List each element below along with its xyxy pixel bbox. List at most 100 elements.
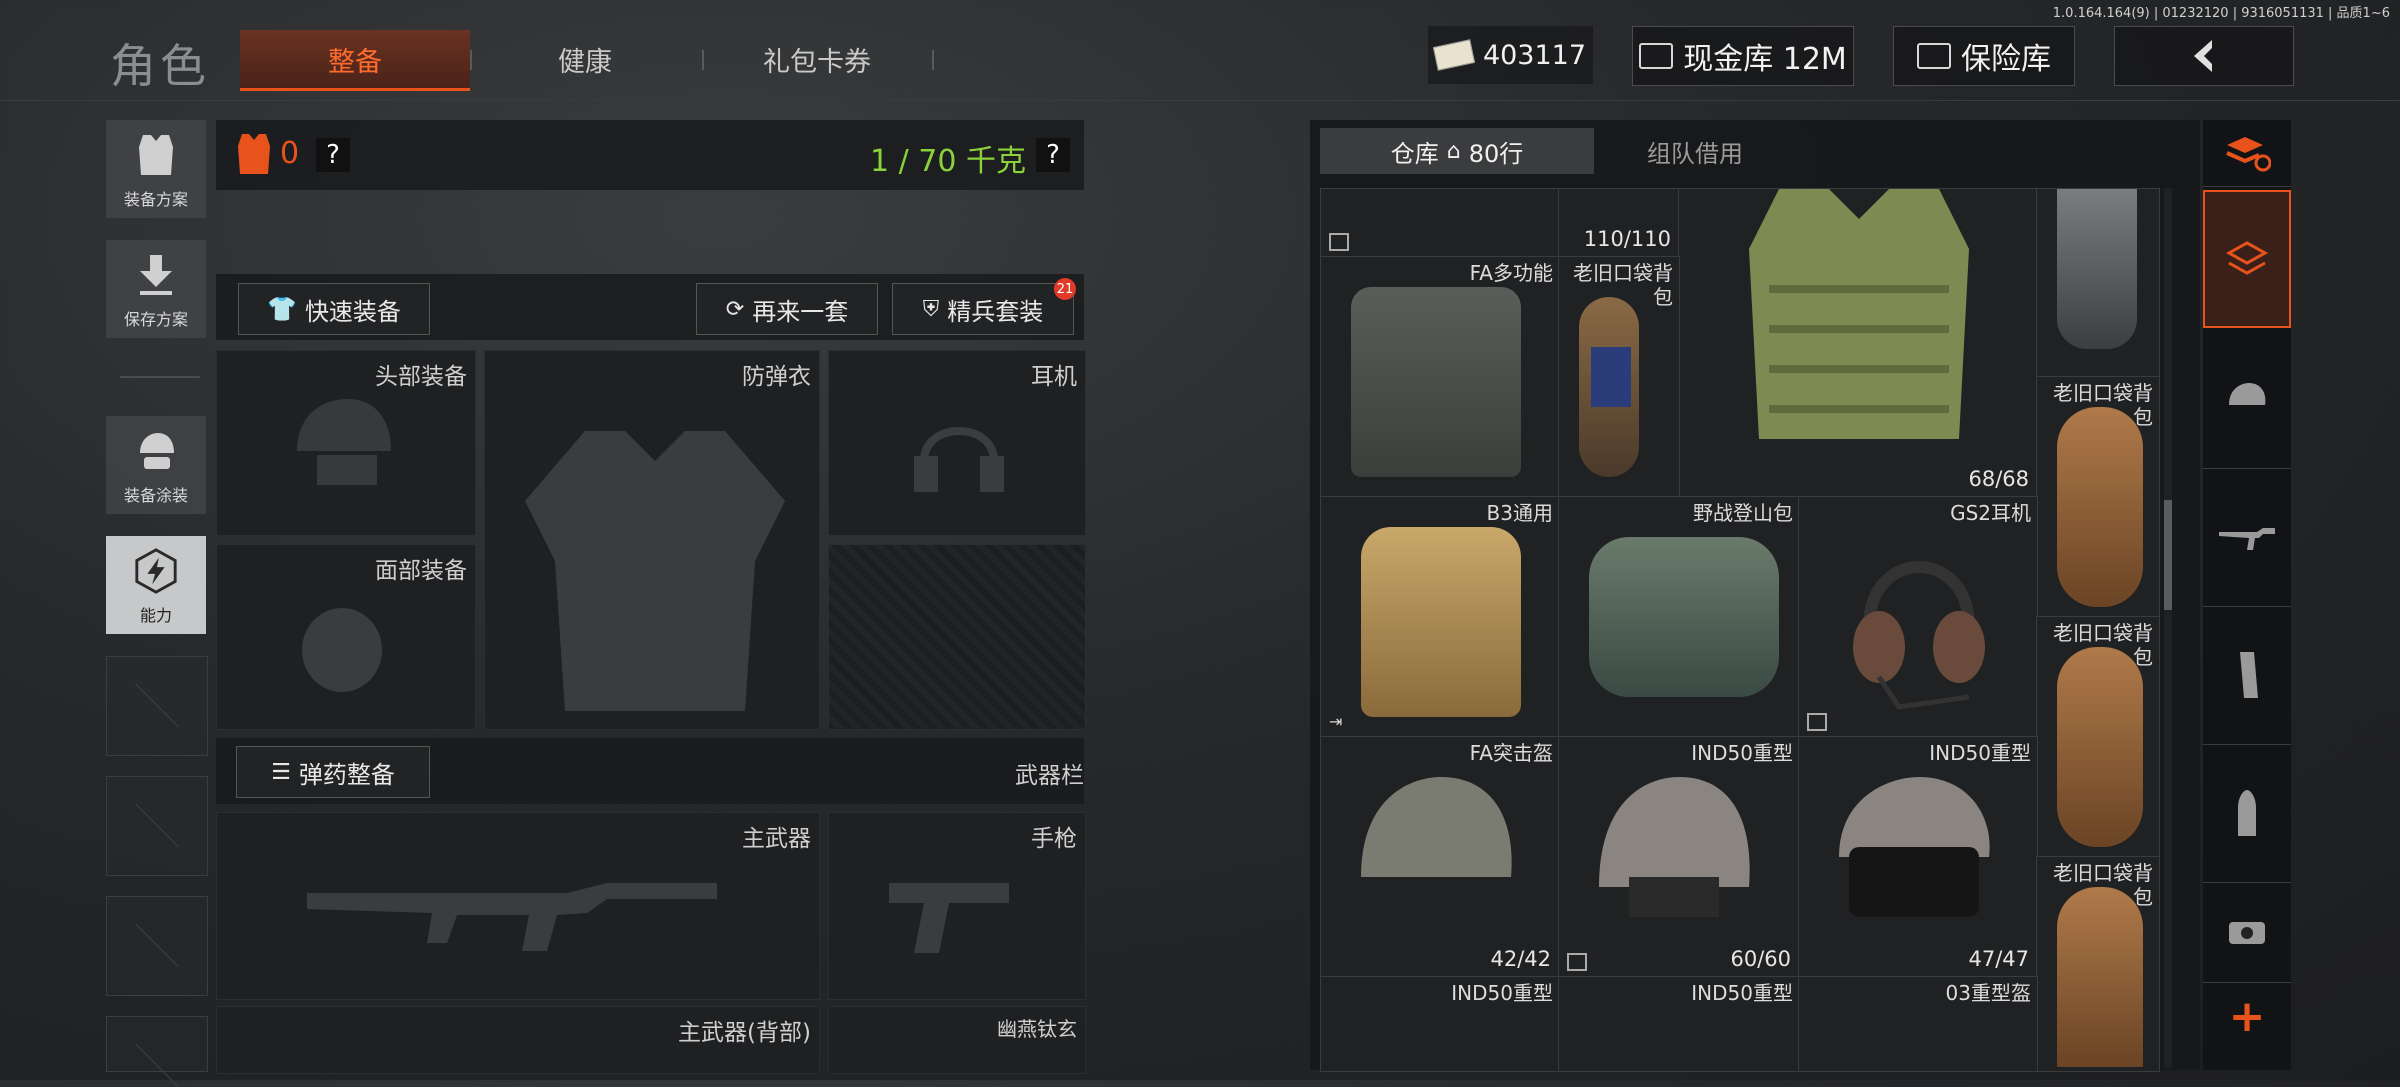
category-rifle[interactable]	[2203, 468, 2291, 607]
download-icon	[133, 252, 179, 298]
item-name: FA突击盔	[1469, 741, 1553, 765]
head-gear-label: 头部装备	[375, 364, 467, 390]
inventory-item[interactable]: IND50重型	[1558, 976, 1800, 1072]
weight-help-button[interactable]: ?	[1036, 138, 1070, 172]
helmet-image	[1599, 777, 1750, 917]
weapon-bar-label: 武器栏	[1015, 763, 1084, 789]
helmet-image	[1361, 777, 1512, 877]
scrollbar-thumb[interactable]	[2164, 500, 2172, 610]
primary-back-label: 主武器(背部)	[678, 1020, 811, 1046]
currency-display[interactable]: 403117	[1428, 26, 1593, 84]
inventory-item[interactable]: 老旧口袋背包	[2036, 376, 2160, 618]
item-name: 野战登山包	[1693, 501, 1793, 525]
elite-set-button[interactable]: ⛨ 精兵套装	[892, 283, 1074, 335]
inventory-item[interactable]	[2036, 188, 2160, 378]
back-button[interactable]	[2114, 26, 2294, 86]
inventory-item[interactable]	[1320, 188, 1560, 258]
inventory-item[interactable]: 03重型盔	[1798, 976, 2038, 1072]
armor-help-button[interactable]: ?	[316, 138, 350, 172]
category-scope[interactable]	[2203, 882, 2291, 983]
inventory-item[interactable]: 老旧口袋背包	[2036, 856, 2160, 1072]
inventory-item[interactable]: 野战登山包	[1558, 496, 1800, 738]
empty-slot	[106, 896, 208, 996]
category-ammo[interactable]	[2203, 744, 2291, 883]
pistol-slot[interactable]: 手枪	[828, 812, 1086, 1000]
face-gear-slot[interactable]: 面部装备	[216, 544, 476, 730]
inventory-item[interactable]: IND50重型 60/60	[1558, 736, 1800, 978]
inventory-item[interactable]: FA多功能	[1320, 256, 1560, 498]
insurance-label: 保险库	[1961, 42, 2051, 77]
exit-icon: ⇥	[1329, 712, 1343, 731]
inventory-item[interactable]: 110/110	[1558, 188, 1680, 258]
item-name: B3通用	[1486, 501, 1553, 525]
ammo-prep-label: 弹药整备	[298, 760, 395, 789]
helmet-silhouette-icon	[297, 399, 391, 485]
quick-equip-button[interactable]: 👕 快速装备	[238, 283, 430, 335]
category-magazine[interactable]	[2203, 606, 2291, 745]
primary-back-slot[interactable]: 主武器(背部)	[216, 1006, 820, 1074]
sort-all-button[interactable]	[2203, 120, 2291, 187]
special-slot[interactable]: 幽燕钛玄	[828, 1006, 1086, 1074]
bag-patch	[1591, 347, 1631, 407]
tab-equip[interactable]: 整备	[240, 30, 470, 91]
magazine-icon	[2240, 652, 2258, 698]
armor-vest-icon	[238, 134, 270, 174]
tab-gift-coupons[interactable]: 礼包卡券	[702, 30, 932, 88]
item-name: IND50重型	[1929, 741, 2031, 765]
item-count: 110/110	[1583, 227, 1671, 251]
earphone-slot[interactable]: 耳机	[828, 350, 1086, 536]
reroll-button[interactable]: ⟳ 再来一套	[696, 283, 878, 335]
category-helmet[interactable]	[2203, 330, 2291, 469]
vault-icon	[1639, 43, 1674, 69]
locked-slot	[828, 544, 1086, 730]
add-button[interactable]: +	[2203, 986, 2291, 1046]
body-armor-label: 防弹衣	[742, 364, 811, 390]
box-icon	[1329, 233, 1349, 251]
ammo-prep-button[interactable]: ☰ 弹药整备	[236, 746, 430, 798]
ability-label: 能力	[139, 606, 172, 625]
loadout-plan-button[interactable]: 装备方案	[106, 120, 206, 218]
ability-button[interactable]: 能力	[106, 536, 206, 634]
body-armor-slot[interactable]: 防弹衣	[484, 350, 820, 730]
plus-icon: +	[2228, 990, 2266, 1042]
cash-vault-button[interactable]: 现金库 12M	[1632, 26, 1854, 86]
reroll-label: 再来一套	[752, 297, 849, 326]
head-gear-slot[interactable]: 头部装备	[216, 350, 476, 536]
inventory-item[interactable]: GS2耳机	[1798, 496, 2038, 738]
shield-icon: ⛨	[922, 296, 940, 322]
inventory-item-vest[interactable]: 68/68	[1678, 188, 2038, 498]
primary-weapon-slot[interactable]: 主武器	[216, 812, 820, 1000]
rifle-silhouette-icon	[307, 883, 717, 951]
inventory-item[interactable]: 老旧口袋背包	[2036, 616, 2160, 858]
save-plan-button[interactable]: 保存方案	[106, 240, 206, 338]
backpack-image	[1589, 537, 1779, 697]
tab-team-borrow[interactable]: 组队借用	[1600, 128, 1790, 174]
inventory-item[interactable]: 老旧口袋背包	[1558, 256, 1680, 498]
layers-refresh-icon	[2226, 137, 2271, 172]
inventory-item[interactable]: B3通用 ⇥	[1320, 496, 1560, 738]
equipment-paint-button[interactable]: 装备涂装	[106, 416, 206, 514]
item-count: 47/47	[1968, 947, 2029, 971]
plate-carrier-image	[1749, 189, 1969, 439]
cash-vault-label: 现金库 12M	[1683, 42, 1847, 77]
tab-health[interactable]: 健康	[470, 30, 700, 88]
rifle-icon	[2219, 528, 2275, 550]
storage-rows-label: 80行	[1468, 139, 1524, 168]
box-icon	[1807, 713, 1827, 731]
box-icon	[1567, 953, 1587, 971]
insurance-vault-button[interactable]: 保险库	[1893, 26, 2075, 86]
scope-icon	[2229, 922, 2265, 944]
category-all[interactable]	[2203, 190, 2291, 328]
helmet-paint-icon	[133, 428, 179, 474]
tab-storage[interactable]: 仓库 ⌂ 80行	[1320, 128, 1594, 174]
inventory-item[interactable]: IND50重型	[1320, 976, 1560, 1072]
back-arrow-icon	[2194, 40, 2212, 72]
banknote-icon	[1432, 39, 1476, 71]
currency-amount: 403117	[1482, 39, 1587, 71]
scrollbar-track[interactable]	[2164, 188, 2172, 1068]
inventory-item[interactable]: IND50重型 47/47	[1798, 736, 2038, 978]
primary-weapon-label: 主武器	[742, 826, 811, 852]
helmet-visor-image	[1839, 777, 1990, 917]
inventory-item[interactable]: FA突击盔 42/42	[1320, 736, 1560, 978]
pistol-label: 手枪	[1031, 826, 1077, 852]
